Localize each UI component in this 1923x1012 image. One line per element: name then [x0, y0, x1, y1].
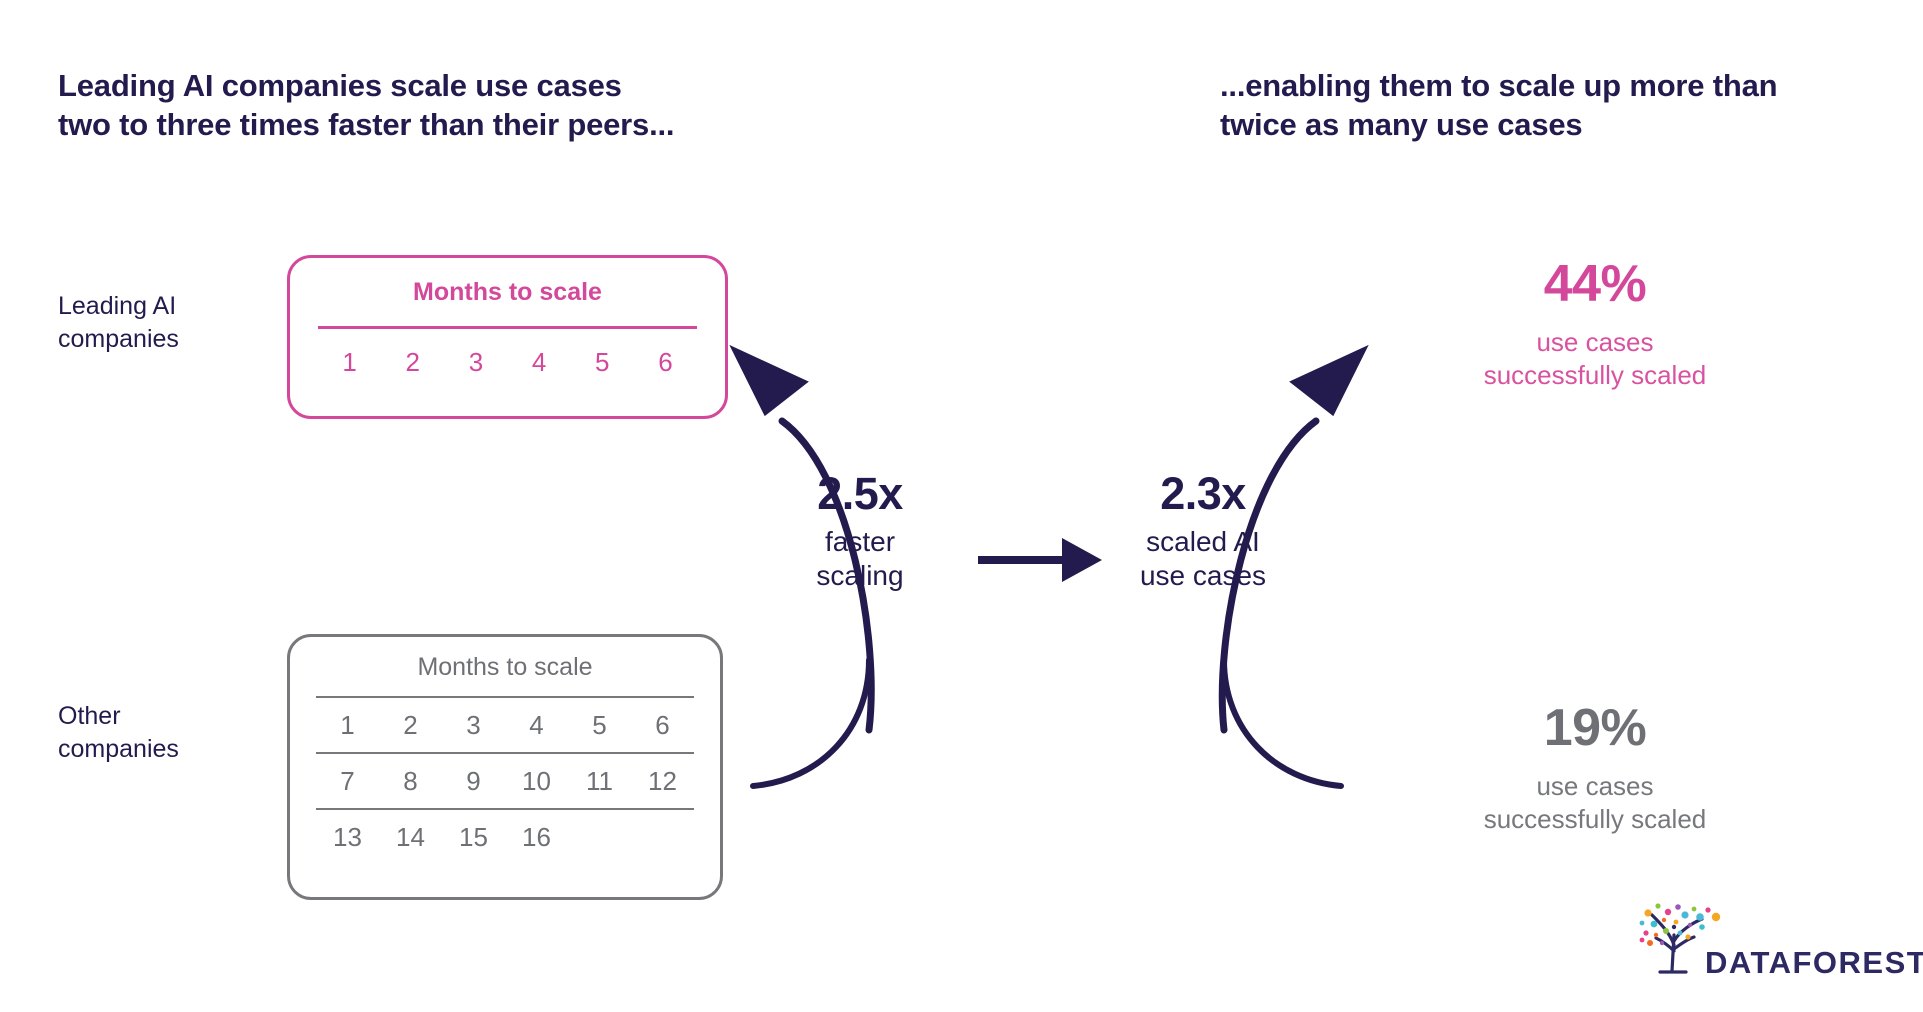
card-title: Months to scale [413, 278, 602, 306]
month-cell: 1 [340, 710, 355, 740]
month-cell: 6 [655, 710, 670, 740]
infographic-canvas: Leading AI companies scale use cases two… [0, 0, 1923, 1012]
row-label-leading-ai-companies: Leading AI companies [58, 292, 179, 354]
stat-value: 19% [1543, 699, 1647, 757]
row-label-other-companies: Other companies [58, 702, 179, 764]
month-cell: 1 [342, 347, 357, 377]
stat-value: 44% [1543, 255, 1647, 313]
page-title-left: Leading AI companies scale use cases two… [58, 68, 675, 143]
months-row: 7 8 9 10 11 12 [316, 754, 694, 808]
metric-caption: scaled AI use cases [1139, 526, 1267, 592]
months-to-scale-card-leading: Months to scale 1 2 3 4 5 6 [287, 255, 728, 419]
month-cell: 3 [468, 347, 484, 377]
stat-caption: use cases successfully scaled [1483, 327, 1707, 390]
months-row: 1 2 3 4 5 6 [318, 349, 697, 375]
metric-scaled-ai-use-cases: 2.3x scaled AI use cases [1088, 470, 1318, 594]
stat-caption: use cases successfully scaled [1483, 771, 1707, 834]
card-title: Months to scale [417, 653, 593, 681]
dataforest-logo: DATAFOREST [1630, 893, 1923, 993]
month-cell: 5 [595, 347, 610, 377]
logo-wordmark: DATAFOREST [1705, 945, 1923, 980]
months-row: 13 14 15 16 [316, 810, 694, 864]
page-title-right: ...enabling them to scale up more than t… [1220, 68, 1778, 143]
month-cell: 2 [405, 347, 420, 377]
months-row: 1 2 3 4 5 6 [316, 698, 694, 752]
metric-faster-scaling: 2.5x faster scaling [760, 470, 960, 594]
logo-dots [1639, 903, 1721, 946]
month-cell: 14 [396, 822, 425, 852]
straight-arrow-right-icon [978, 538, 1102, 582]
month-cell: 4 [529, 710, 544, 740]
month-cell: 9 [466, 766, 481, 796]
month-cell: 4 [531, 347, 547, 377]
month-cell: 13 [333, 822, 362, 852]
card-divider [318, 326, 697, 329]
stat-other-successfully-scaled: 19% use cases successfully scaled [1395, 702, 1795, 835]
month-cell: 2 [403, 710, 418, 740]
metric-value: 2.5x [817, 468, 903, 519]
metric-caption: faster scaling [816, 526, 904, 592]
month-cell: 16 [522, 822, 551, 852]
month-cell: 6 [658, 347, 673, 377]
curved-line-down-right-icon [1221, 657, 1344, 789]
month-cell: 8 [403, 766, 418, 796]
month-cell: 15 [459, 822, 488, 852]
stat-leading-successfully-scaled: 44% use cases successfully scaled [1395, 258, 1795, 391]
metric-value: 2.3x [1160, 468, 1246, 519]
month-cell: 12 [648, 766, 677, 796]
month-cell: 7 [340, 766, 355, 796]
month-cell: 10 [522, 766, 551, 796]
month-cell: 3 [466, 710, 481, 740]
months-to-scale-card-other: Months to scale 1 2 3 4 5 6 7 8 9 10 11 … [287, 634, 723, 900]
month-cell: 11 [586, 766, 613, 796]
month-cell: 5 [592, 710, 607, 740]
curved-line-down-left-icon [750, 657, 872, 789]
